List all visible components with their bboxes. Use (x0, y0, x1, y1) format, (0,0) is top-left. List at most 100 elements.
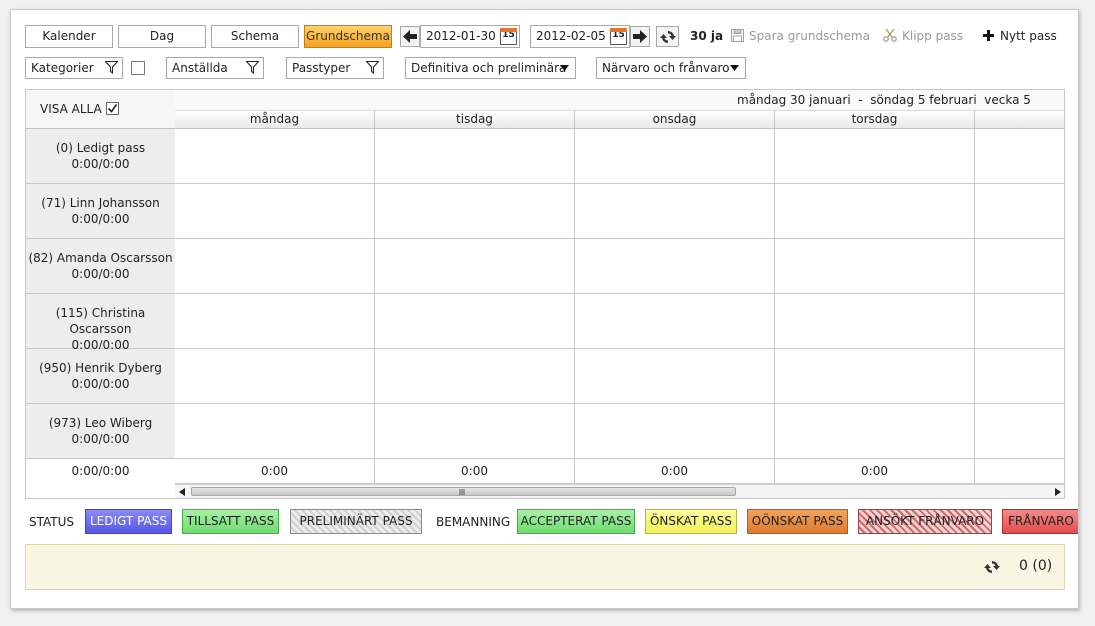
previous-week-button[interactable] (400, 26, 420, 47)
day-cell[interactable] (575, 294, 775, 349)
day-cell[interactable] (975, 129, 1064, 184)
calendar-icon[interactable]: 15 (500, 28, 517, 45)
employee-name: (82) Amanda Oscarsson (28, 251, 173, 265)
day-cell[interactable] (775, 349, 975, 404)
day-cell[interactable] (375, 404, 575, 459)
scroll-right-icon[interactable] (1055, 488, 1061, 496)
scrollbar-thumb[interactable] (191, 487, 736, 496)
day-cell[interactable] (575, 129, 775, 184)
day-cell[interactable] (575, 349, 775, 404)
new-shift-button[interactable]: Nytt pass (983, 25, 1057, 48)
view-grundschema-button[interactable]: Grundschema (304, 25, 392, 48)
days-area: måndag 30 januari - söndag 5 februari ve… (175, 90, 1064, 498)
passtyper-filter[interactable]: Passtyper (286, 57, 384, 79)
day-cell[interactable] (775, 404, 975, 459)
refresh-icon (659, 30, 676, 44)
legend-onskat-pass[interactable]: ÖNSKAT PASS (645, 509, 737, 534)
day-cell[interactable] (975, 404, 1064, 459)
day-cell[interactable] (575, 184, 775, 239)
narvaro-select-value: Närvaro och frånvaro (602, 61, 730, 75)
employee-row[interactable]: (950) Henrik Dyberg 0:00/0:00 (26, 349, 175, 404)
day-cell[interactable] (575, 239, 775, 294)
legend-tillsatt-pass[interactable]: TILLSATT PASS (182, 509, 279, 534)
refresh-button[interactable] (656, 26, 679, 47)
day-cell[interactable] (775, 239, 975, 294)
day-cell[interactable] (975, 239, 1064, 294)
day-cell[interactable] (775, 184, 975, 239)
day-cell[interactable] (775, 294, 975, 349)
passtyper-label: Passtyper (292, 61, 351, 75)
day-header: måndag (175, 110, 375, 129)
day-cell[interactable] (175, 184, 375, 239)
day-header: torsdag (775, 110, 975, 129)
kategorier-filter[interactable]: Kategorier (25, 57, 123, 79)
view-schema-button[interactable]: Schema (211, 25, 299, 48)
employee-row[interactable]: (71) Linn Johansson 0:00/0:00 (26, 184, 175, 239)
visa-alla-label: VISA ALLA (40, 102, 102, 116)
next-week-button[interactable] (630, 26, 650, 47)
start-date-field[interactable]: 2012-01-30 15 (420, 25, 520, 48)
day-cell[interactable] (375, 184, 575, 239)
cut-shift-label: Klipp pass (902, 29, 964, 43)
day-cell[interactable] (375, 294, 575, 349)
save-icon (731, 29, 744, 42)
legend-ledigt-pass[interactable]: LEDIGT PASS (85, 509, 172, 534)
save-grundschema-label: Spara grundschema (749, 29, 870, 43)
anstallda-filter[interactable]: Anställda (166, 57, 264, 79)
legend-preliminart-pass[interactable]: PRELIMINÄRT PASS (290, 509, 422, 534)
day-cell[interactable] (375, 129, 575, 184)
day-cell[interactable] (175, 404, 375, 459)
employee-hours: 0:00/0:00 (71, 432, 130, 446)
save-grundschema-button[interactable]: Spara grundschema (731, 25, 870, 48)
total-hours: 0:00/0:00 (26, 459, 175, 498)
kategorier-checkbox[interactable] (131, 61, 145, 75)
calendar-icon[interactable]: 15 (610, 28, 627, 45)
legend-ansokt-franvaro[interactable]: ANSÖKT FRÅNVARO (858, 509, 992, 534)
funnel-icon (105, 61, 118, 74)
end-date-field[interactable]: 2012-02-05 15 (530, 25, 630, 48)
view-dag-button[interactable]: Dag (118, 25, 206, 48)
day-cell[interactable] (175, 239, 375, 294)
arrow-right-icon (633, 30, 647, 43)
schedule-panel: Kalender Dag Schema Grundschema 2012-01-… (10, 9, 1079, 609)
employee-name: (71) Linn Johansson (41, 196, 160, 210)
anstallda-label: Anställda (172, 61, 228, 75)
cut-shift-button[interactable]: Klipp pass (883, 25, 963, 48)
day-cell[interactable] (775, 129, 975, 184)
view-kalender-button[interactable]: Kalender (25, 25, 113, 48)
day-total: 0:00 (375, 459, 575, 484)
scissors-icon (883, 28, 897, 42)
employee-name: (0) Ledigt pass (55, 141, 146, 155)
day-cell[interactable] (975, 294, 1064, 349)
scroll-left-icon[interactable] (179, 488, 185, 496)
legend-accepterat-pass[interactable]: ACCEPTERAT PASS (517, 509, 635, 534)
employee-row[interactable]: (115) Christina Oscarsson 0:00/0:00 (26, 294, 175, 352)
day-header: fr (975, 110, 1064, 129)
day-total: 0:00 (175, 459, 375, 484)
day-cell[interactable] (375, 239, 575, 294)
employee-row[interactable]: (0) Ledigt pass 0:00/0:00 (26, 129, 175, 184)
narvaro-select[interactable]: Närvaro och frånvaro (596, 57, 746, 79)
employee-row[interactable]: (973) Leo Wiberg 0:00/0:00 (26, 404, 175, 459)
day-cell[interactable] (575, 404, 775, 459)
refresh-icon[interactable] (984, 560, 1000, 574)
employee-name: (973) Leo Wiberg (48, 416, 153, 430)
day-cell[interactable] (175, 294, 375, 349)
employee-hours: 0:00/0:00 (71, 267, 130, 281)
day-cell[interactable] (975, 184, 1064, 239)
day-cell[interactable] (375, 349, 575, 404)
employee-row[interactable]: (82) Amanda Oscarsson 0:00/0:00 (26, 239, 175, 294)
funnel-icon (246, 61, 259, 74)
schedule-grid: VISA ALLA (0) Ledigt pass 0:00/0:00 (71)… (25, 89, 1065, 499)
new-shift-label: Nytt pass (1000, 29, 1057, 43)
day-cell[interactable] (975, 349, 1064, 404)
visa-alla-checkbox[interactable] (106, 102, 119, 115)
horizontal-scrollbar[interactable] (175, 484, 1064, 498)
legend-oonskat-pass[interactable]: OÖNSKAT PASS (747, 509, 848, 534)
status-select[interactable]: Definitiva och preliminära (405, 57, 576, 79)
status-select-value: Definitiva och preliminära (411, 61, 567, 75)
legend-franvaro[interactable]: FRÅNVARO (1002, 509, 1078, 534)
day-total: 0:00 (575, 459, 775, 484)
day-cell[interactable] (175, 349, 375, 404)
day-cell[interactable] (175, 129, 375, 184)
